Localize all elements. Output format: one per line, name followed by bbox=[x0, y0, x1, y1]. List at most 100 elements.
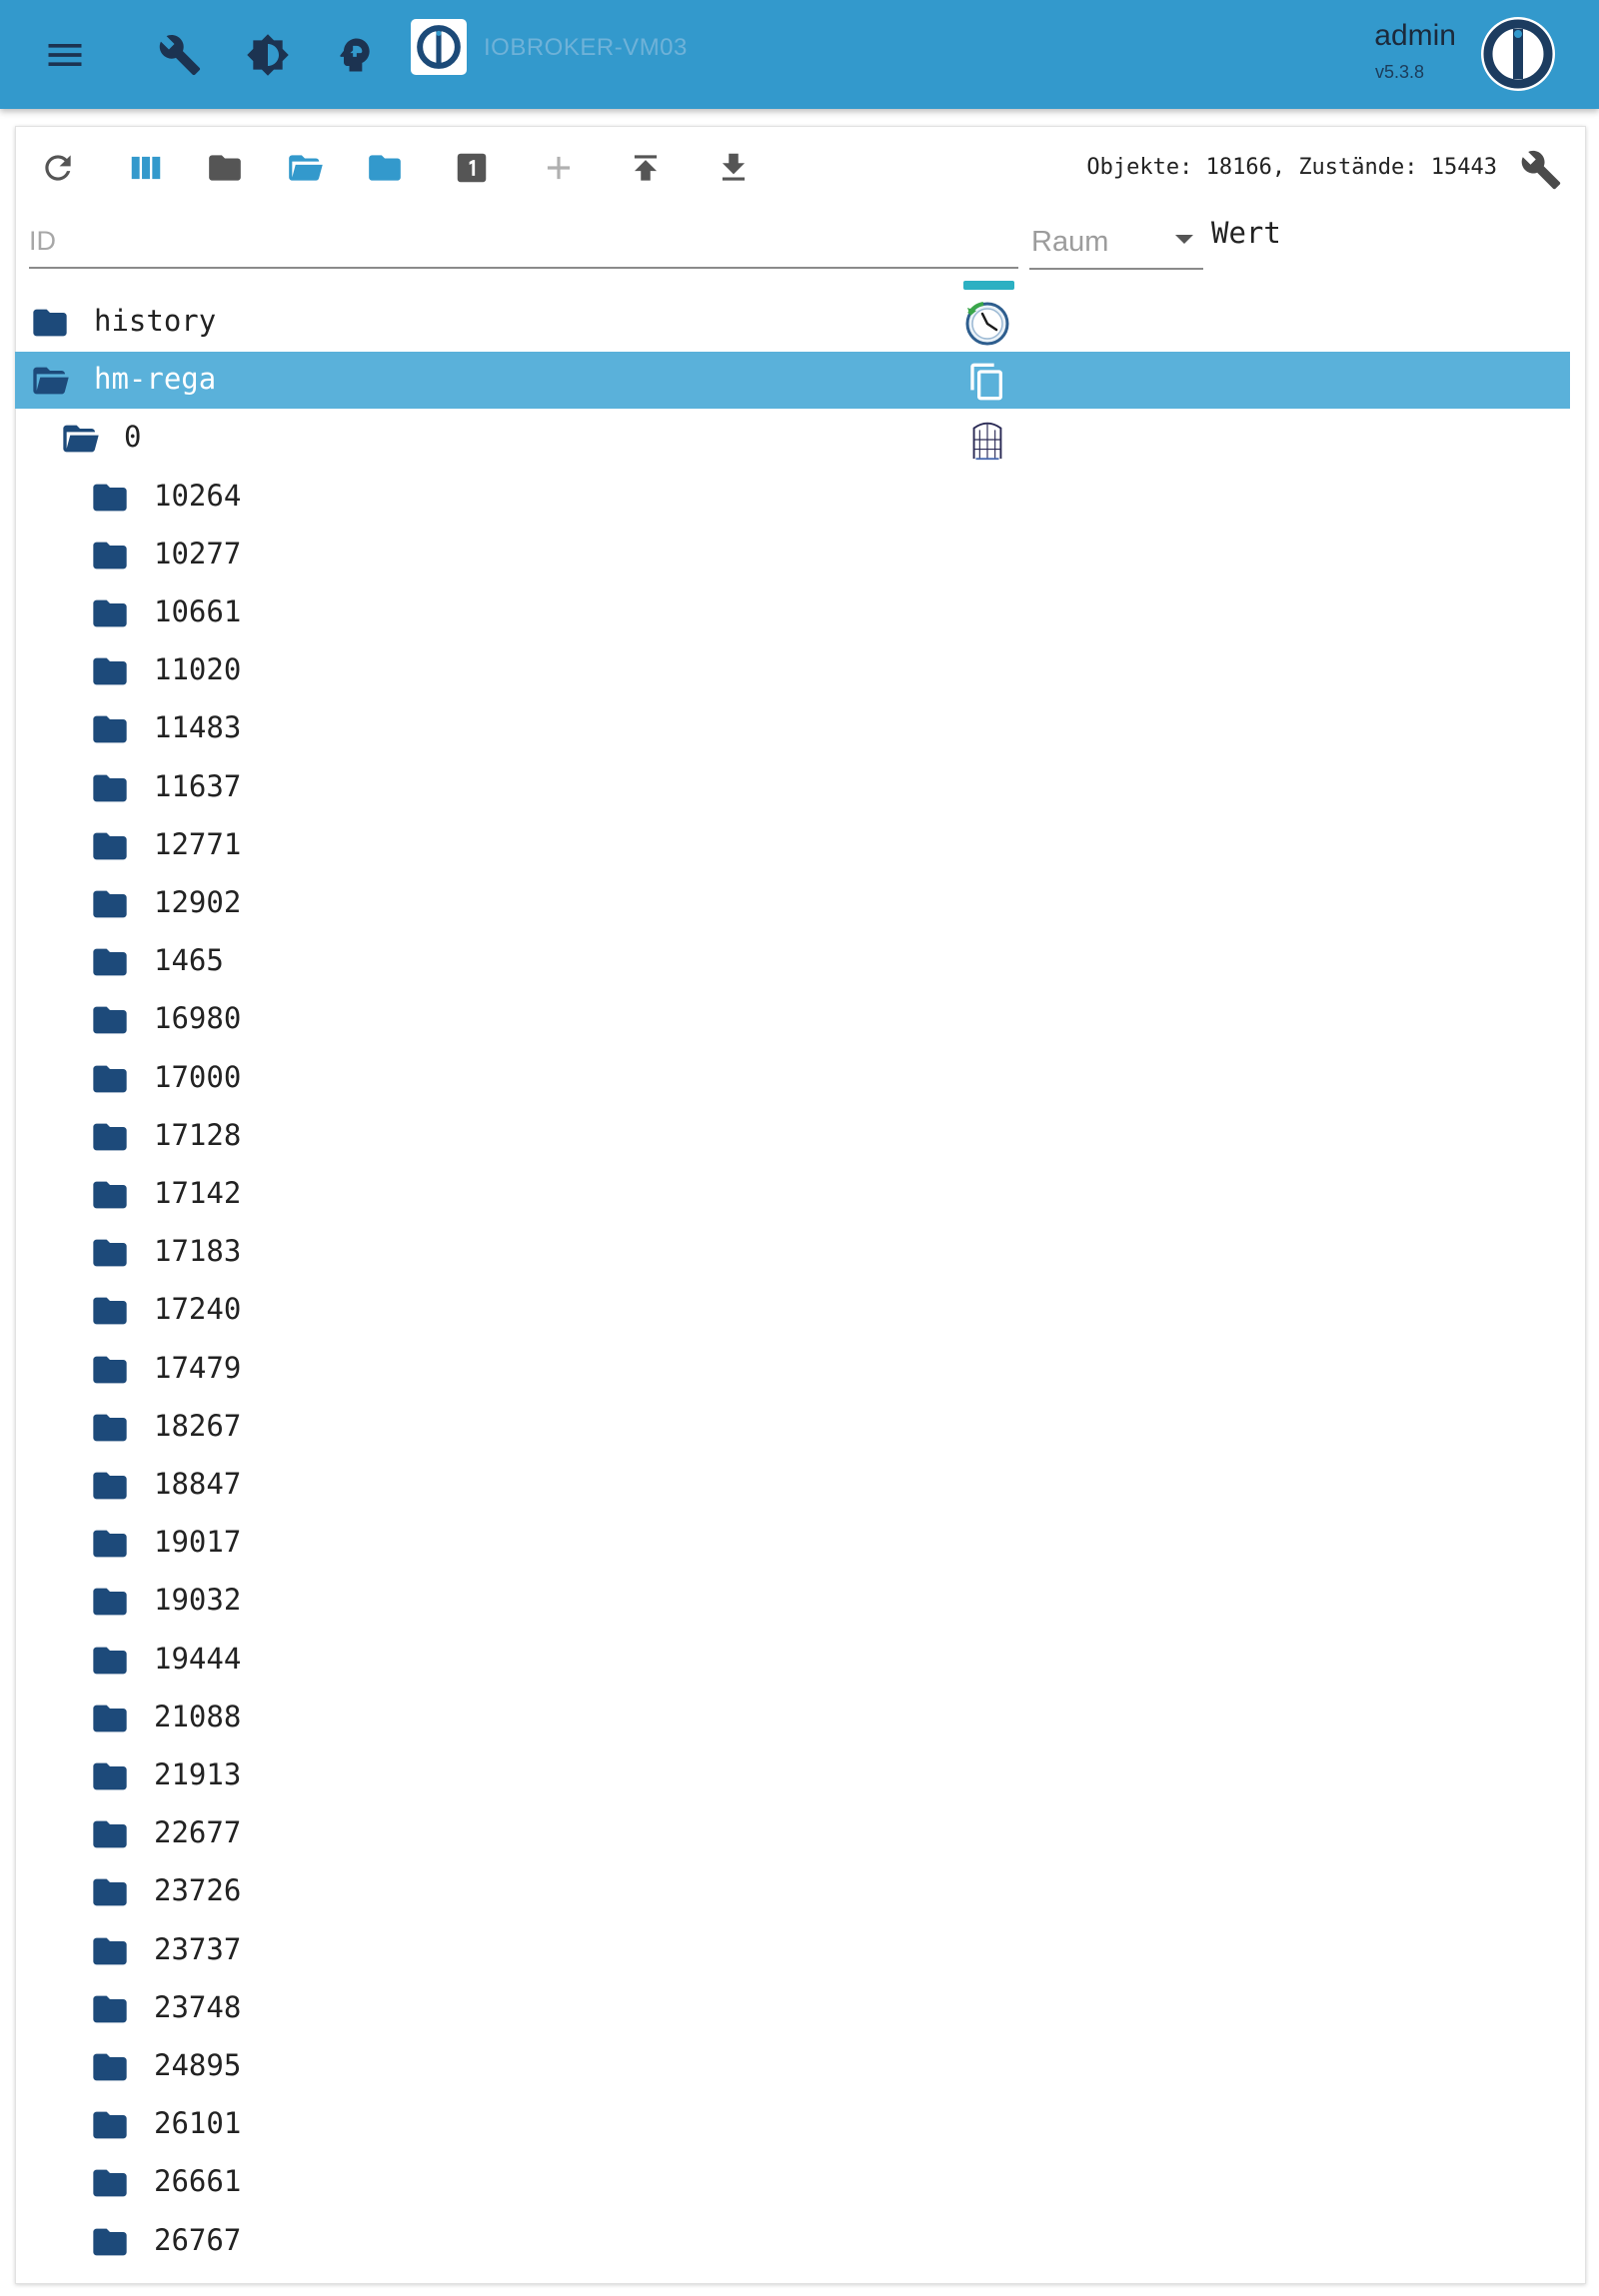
tree-row-hm-rega[interactable]: hm-rega bbox=[15, 352, 1570, 410]
folder-icon[interactable] bbox=[88, 1756, 132, 1796]
tree-row[interactable]: 17479 bbox=[15, 1341, 1570, 1398]
tree-row[interactable]: 17183 bbox=[15, 1224, 1570, 1281]
object-counts: Objekte: 18166, Zustände: 15443 bbox=[1086, 155, 1497, 180]
tree-row[interactable]: 10277 bbox=[15, 527, 1570, 583]
folder-icon[interactable] bbox=[88, 1000, 132, 1040]
tree-row[interactable]: 17240 bbox=[15, 1282, 1570, 1339]
folder-icon[interactable] bbox=[88, 1291, 132, 1331]
tree-row-label: 17000 bbox=[154, 1059, 242, 1094]
tree-row-label: 21913 bbox=[154, 1757, 242, 1791]
folder-icon[interactable] bbox=[88, 1699, 132, 1738]
tree-row[interactable]: 10661 bbox=[15, 584, 1570, 641]
tree-row-label: 17479 bbox=[154, 1350, 242, 1385]
tree-row[interactable]: 1465 bbox=[15, 933, 1570, 990]
folder-icon[interactable] bbox=[88, 1466, 132, 1506]
tree-row[interactable]: 11020 bbox=[15, 642, 1570, 699]
folder-icon[interactable] bbox=[88, 1059, 132, 1099]
folder-icon[interactable] bbox=[88, 1872, 132, 1912]
tree-row-label: 11483 bbox=[154, 710, 242, 745]
refresh-icon[interactable] bbox=[30, 144, 86, 192]
folder-icon[interactable] bbox=[88, 1117, 132, 1157]
folder-icon[interactable] bbox=[88, 1931, 132, 1971]
folder-icon[interactable] bbox=[88, 1641, 132, 1681]
folder-icon[interactable] bbox=[88, 478, 132, 518]
tree-row[interactable]: 11483 bbox=[15, 700, 1570, 757]
host-title: IOBROKER-VM03 bbox=[484, 34, 688, 61]
folder-icon[interactable] bbox=[88, 2047, 132, 2087]
tree-row[interactable]: 22677 bbox=[15, 1805, 1570, 1862]
user-avatar[interactable] bbox=[1479, 15, 1557, 93]
tree-row[interactable]: 17000 bbox=[15, 1050, 1570, 1107]
folder-icon[interactable] bbox=[88, 768, 132, 808]
folder-open-icon[interactable] bbox=[277, 144, 333, 192]
tree-row[interactable]: 12902 bbox=[15, 875, 1570, 932]
tree-row[interactable]: 24895 bbox=[15, 2038, 1570, 2095]
tree-row[interactable]: 26661 bbox=[15, 2154, 1570, 2211]
tree-row-label: 0 bbox=[124, 420, 142, 455]
number-one-icon[interactable] bbox=[444, 144, 500, 192]
folder-icon[interactable] bbox=[88, 1175, 132, 1215]
theme-brightness-icon[interactable] bbox=[238, 25, 298, 85]
tree-row[interactable]: 12771 bbox=[15, 817, 1570, 874]
folder-icon[interactable] bbox=[28, 303, 72, 343]
tree-row[interactable]: 21913 bbox=[15, 1747, 1570, 1804]
copy-icon bbox=[963, 358, 1011, 406]
menu-icon[interactable] bbox=[35, 25, 95, 85]
folder-icon[interactable] bbox=[88, 1233, 132, 1273]
tree-row-label: 23737 bbox=[154, 1931, 242, 1966]
id-filter-input[interactable] bbox=[29, 215, 1018, 269]
tree-row-history[interactable]: history bbox=[15, 294, 1570, 351]
upload-icon[interactable] bbox=[618, 144, 674, 192]
tree-row[interactable]: 18267 bbox=[15, 1399, 1570, 1456]
folder-icon[interactable] bbox=[88, 1350, 132, 1390]
folder-icon[interactable] bbox=[88, 651, 132, 691]
download-icon[interactable] bbox=[706, 144, 762, 192]
tree-row[interactable]: 16980 bbox=[15, 991, 1570, 1048]
tree-row[interactable]: 23737 bbox=[15, 1922, 1570, 1979]
tree-row-label: 11020 bbox=[154, 652, 242, 687]
tree-row[interactable]: 17128 bbox=[15, 1108, 1570, 1165]
folder-icon[interactable] bbox=[88, 2163, 132, 2203]
tree-row-label: 26767 bbox=[154, 2222, 242, 2257]
folder-icon[interactable] bbox=[88, 1814, 132, 1854]
tree-row[interactable]: 17142 bbox=[15, 1166, 1570, 1223]
folder-icon[interactable] bbox=[88, 1524, 132, 1564]
tree-row[interactable]: 19444 bbox=[15, 1632, 1570, 1689]
folder-icon[interactable] bbox=[197, 144, 253, 192]
wrench-icon[interactable] bbox=[1514, 143, 1568, 197]
folder-icon[interactable] bbox=[88, 2105, 132, 2145]
folder-icon[interactable] bbox=[88, 1582, 132, 1622]
tree-row-label: 17128 bbox=[154, 1117, 242, 1152]
columns-icon[interactable] bbox=[118, 144, 174, 192]
folder-closed-icon[interactable] bbox=[357, 144, 413, 192]
folder-icon[interactable] bbox=[88, 2222, 132, 2262]
tree-row[interactable]: 18847 bbox=[15, 1457, 1570, 1514]
tree-row[interactable]: 23726 bbox=[15, 1863, 1570, 1920]
folder-icon[interactable] bbox=[88, 1408, 132, 1448]
user-name[interactable]: admin bbox=[1374, 19, 1456, 53]
wrench-icon[interactable] bbox=[150, 25, 210, 85]
tree-row[interactable]: 19017 bbox=[15, 1515, 1570, 1572]
tree-row[interactable]: 26101 bbox=[15, 2096, 1570, 2153]
room-select-label: Raum bbox=[1031, 226, 1109, 258]
tree-row[interactable]: 10264 bbox=[15, 469, 1570, 526]
tree-row[interactable]: 23748 bbox=[15, 1980, 1570, 2037]
tree-row-0[interactable]: 0 bbox=[15, 410, 1570, 467]
folder-icon[interactable] bbox=[88, 942, 132, 982]
folder-icon[interactable] bbox=[88, 709, 132, 749]
add-icon[interactable] bbox=[531, 144, 587, 192]
folder-open-icon[interactable] bbox=[28, 361, 72, 401]
column-indicator bbox=[963, 281, 1014, 290]
room-select[interactable]: Raum bbox=[1029, 218, 1203, 270]
tree-row[interactable]: 11637 bbox=[15, 759, 1570, 816]
folder-open-icon[interactable] bbox=[58, 419, 102, 459]
folder-icon[interactable] bbox=[88, 536, 132, 575]
folder-icon[interactable] bbox=[88, 1989, 132, 2029]
expert-mode-head-icon[interactable] bbox=[325, 25, 385, 85]
folder-icon[interactable] bbox=[88, 826, 132, 866]
folder-icon[interactable] bbox=[88, 884, 132, 924]
tree-row[interactable]: 26767 bbox=[15, 2213, 1570, 2270]
tree-row[interactable]: 19032 bbox=[15, 1573, 1570, 1630]
folder-icon[interactable] bbox=[88, 593, 132, 633]
tree-row[interactable]: 21088 bbox=[15, 1690, 1570, 1746]
